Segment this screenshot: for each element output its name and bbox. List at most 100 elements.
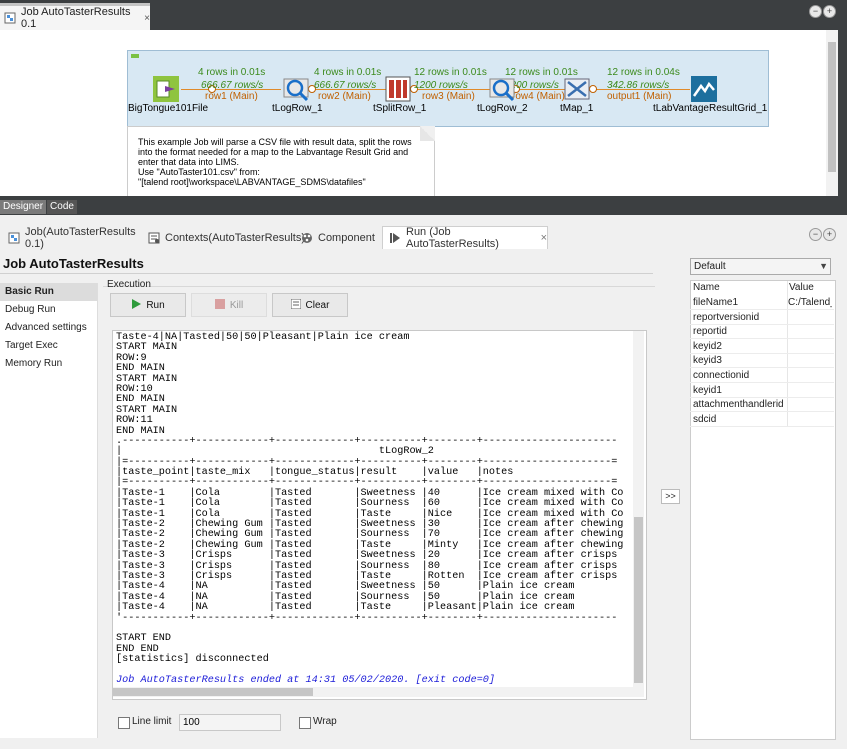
tab-label: Component	[318, 231, 375, 244]
flow-stats-output1: 12 rows in 0.04s	[607, 67, 680, 78]
console-output[interactable]: Taste-4|NA|Tasted|50|50|Pleasant|Plain i…	[112, 330, 647, 700]
close-icon[interactable]: ×	[541, 232, 547, 244]
wrap-checkbox[interactable]	[299, 717, 311, 729]
contexts-icon	[148, 232, 160, 244]
console-line: ROW:11	[116, 415, 153, 427]
job-icon	[8, 232, 20, 244]
tab-designer[interactable]: Designer	[0, 200, 47, 214]
context-variable-name: reportid	[693, 326, 727, 338]
subjob-collapse-marker[interactable]	[131, 54, 139, 58]
component-label[interactable]: tLabVantageResultGrid_1	[653, 103, 767, 114]
console-horizontal-scrollbar[interactable]	[113, 687, 644, 697]
console-line: START MAIN	[116, 373, 178, 385]
console-line: END MAIN	[116, 363, 165, 375]
component-label[interactable]: tMap_1	[560, 103, 593, 114]
tab-contexts[interactable]: Contexts(AutoTasterResults)	[142, 226, 305, 249]
note-line: "[talend root]\workspace\LABVANTAGE_SDMS…	[138, 177, 366, 187]
context-variable-value[interactable]: C:/Talend_	[788, 296, 832, 310]
column-header-value[interactable]: Value	[789, 282, 814, 293]
context-row[interactable]: keyid1	[690, 384, 834, 398]
map-icon[interactable]	[564, 76, 590, 102]
job-note[interactable]: This example Job will parse a CSV file w…	[127, 126, 435, 196]
flow-stats-row3: 12 rows in 0.01s	[414, 67, 487, 78]
maximize-icon[interactable]: +	[823, 228, 836, 241]
wrap-label: Wrap	[313, 716, 337, 727]
execution-label: Execution	[107, 279, 151, 290]
clear-button-label: Clear	[305, 299, 330, 311]
component-label[interactable]: BigTongue101File	[128, 103, 208, 114]
run-mode-list: Basic Run Debug Run Advanced settings Ta…	[0, 283, 98, 738]
console-line: ROW:9	[116, 352, 147, 364]
tab-label: Job(AutoTasterResults 0.1)	[25, 225, 136, 250]
job-icon	[4, 12, 16, 24]
column-header-name[interactable]: Name	[693, 282, 720, 293]
context-row[interactable]: keyid3	[690, 354, 834, 369]
editor-tab-label: Job AutoTasterResults 0.1	[21, 6, 131, 30]
console-line: Taste-4|NA|Tasted|50|50|Pleasant|Plain i…	[116, 332, 410, 343]
chevron-down-icon: ▼	[819, 261, 828, 271]
context-variable-name: reportversionid	[693, 311, 760, 323]
run-button[interactable]: Run	[110, 293, 186, 317]
console-line: ROW:10	[116, 383, 153, 395]
tab-label: Run (Job AutoTasterResults)	[406, 226, 499, 250]
side-item-advanced-settings[interactable]: Advanced settings	[0, 319, 97, 337]
context-row[interactable]: attachmenthandlerid	[690, 398, 834, 413]
context-variable-name: keyid2	[693, 340, 722, 352]
context-select[interactable]: Default ▼	[690, 258, 831, 275]
editor-tab-job[interactable]: Job AutoTasterResults 0.1 ×	[0, 3, 150, 30]
context-row[interactable]: keyid2	[690, 340, 834, 354]
context-row[interactable]: reportid	[690, 325, 834, 340]
context-row[interactable]: connectionid	[690, 369, 834, 383]
clear-button[interactable]: Clear	[272, 293, 348, 317]
context-row[interactable]: reportversionid	[690, 311, 834, 325]
tab-code[interactable]: Code	[47, 200, 77, 214]
side-item-debug-run[interactable]: Debug Run	[0, 301, 97, 319]
flow-name-row2[interactable]: row2 (Main)	[318, 91, 371, 102]
context-variable-name: keyid3	[693, 355, 722, 367]
line-limit-input[interactable]	[179, 714, 281, 731]
split-row-icon[interactable]	[385, 76, 411, 102]
labvantage-grid-icon[interactable]	[691, 76, 717, 102]
minimize-icon[interactable]: −	[809, 228, 822, 241]
run-triangle-icon	[131, 298, 142, 312]
note-line: into the format needed for a map to the …	[138, 147, 409, 157]
note-line: This example Job will parse a CSV file w…	[138, 137, 412, 147]
line-limit-label: Line limit	[132, 716, 172, 727]
editor-bottom-tabs: Designer Code	[0, 200, 77, 214]
canvas-scrollbar[interactable]	[826, 30, 838, 196]
console-vertical-scrollbar[interactable]	[633, 331, 644, 687]
context-row[interactable]: fileName1 C:/Talend_	[690, 296, 834, 310]
tab-job[interactable]: Job(AutoTasterResults 0.1)	[2, 225, 140, 250]
component-label[interactable]: tSplitRow_1	[373, 103, 426, 114]
side-item-target-exec[interactable]: Target Exec	[0, 337, 97, 355]
flow-name-row1[interactable]: row1 (Main)	[205, 91, 258, 102]
context-variable-name: fileName1	[693, 297, 739, 308]
flow-stats-row1: 4 rows in 0.01s	[198, 67, 266, 78]
component-label[interactable]: tLogRow_1	[272, 103, 323, 114]
console-line: '-----------+------------+-------------+…	[116, 612, 618, 624]
console-line: [statistics] disconnected	[116, 654, 269, 666]
flow-name-row3[interactable]: row3 (Main)	[422, 91, 475, 102]
context-row[interactable]: sdcid	[690, 413, 834, 427]
log-row-icon[interactable]	[489, 76, 515, 102]
kill-icon	[214, 298, 225, 312]
tab-run[interactable]: Run (Job AutoTasterResults) ×	[382, 226, 548, 250]
csv-file-input-icon[interactable]	[153, 76, 179, 102]
kill-button[interactable]: Kill	[191, 293, 267, 317]
flow-name-output1[interactable]: output1 (Main)	[607, 91, 671, 102]
maximize-icon[interactable]: +	[823, 5, 836, 18]
console-exit-line: Job AutoTasterResults ended at 14:31 05/…	[116, 674, 496, 686]
run-icon	[389, 232, 401, 244]
log-row-icon[interactable]	[283, 76, 309, 102]
side-item-memory-run[interactable]: Memory Run	[0, 355, 97, 373]
flow-name-row4[interactable]: row4 (Main)	[512, 91, 565, 102]
close-icon[interactable]: ×	[144, 13, 150, 24]
context-select-value: Default	[694, 261, 726, 272]
tab-component[interactable]: Component	[295, 226, 379, 249]
expand-button[interactable]: >>	[661, 489, 680, 504]
side-item-basic-run[interactable]: Basic Run	[0, 283, 97, 301]
minimize-icon[interactable]: −	[809, 5, 822, 18]
line-limit-checkbox[interactable]	[118, 717, 130, 729]
component-label[interactable]: tLogRow_2	[477, 103, 528, 114]
run-button-label: Run	[146, 299, 165, 311]
